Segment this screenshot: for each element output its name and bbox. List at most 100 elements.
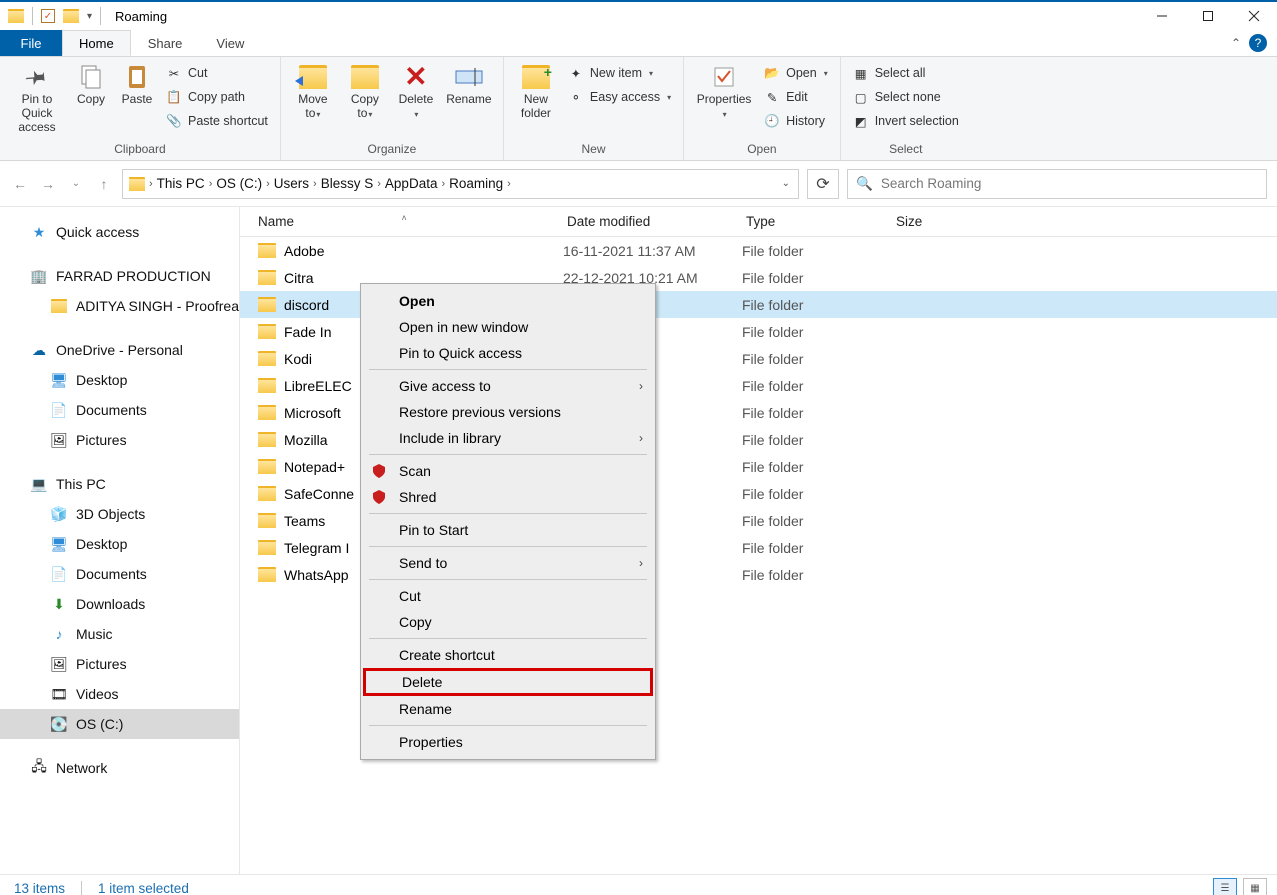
refresh-button[interactable]: ⟳ bbox=[807, 169, 839, 199]
nav-videos[interactable]: 🎞Videos bbox=[0, 679, 239, 709]
nav-desktop2[interactable]: 🖥Desktop bbox=[0, 529, 239, 559]
nav-os-c[interactable]: 💽OS (C:) bbox=[0, 709, 239, 739]
breadcrumb-item[interactable]: OS (C:) bbox=[216, 176, 262, 191]
invert-selection-button[interactable]: ◩Invert selection bbox=[849, 111, 963, 131]
view-tab[interactable]: View bbox=[199, 30, 261, 56]
maximize-button[interactable] bbox=[1185, 2, 1231, 30]
folder-icon bbox=[50, 297, 68, 315]
ctx-scan[interactable]: Scan bbox=[361, 458, 655, 484]
nav-quick-access[interactable]: ★Quick access bbox=[0, 217, 239, 247]
file-name: LibreELEC bbox=[284, 378, 352, 394]
history-button[interactable]: 🕘History bbox=[760, 111, 832, 131]
properties-qat-icon[interactable]: ✓ bbox=[41, 9, 55, 23]
ctx-pin-start[interactable]: Pin to Start bbox=[361, 517, 655, 543]
breadcrumb-item[interactable]: This PC bbox=[157, 176, 205, 191]
file-tab[interactable]: File bbox=[0, 30, 62, 56]
nav-documents[interactable]: 📄Documents bbox=[0, 395, 239, 425]
navigation-pane[interactable]: ★Quick access 🏢FARRAD PRODUCTION ADITYA … bbox=[0, 207, 240, 874]
minimize-button[interactable] bbox=[1139, 2, 1185, 30]
nav-pictures[interactable]: 🖼Pictures bbox=[0, 425, 239, 455]
context-menu[interactable]: Open Open in new window Pin to Quick acc… bbox=[360, 283, 656, 760]
ctx-pin-quick[interactable]: Pin to Quick access bbox=[361, 340, 655, 366]
ctx-delete[interactable]: Delete bbox=[363, 668, 653, 696]
content-pane[interactable]: Name˄ Date modified Type Size Adobe16-11… bbox=[240, 207, 1277, 874]
ctx-shred[interactable]: Shred bbox=[361, 484, 655, 510]
open-button[interactable]: 📂Open▾ bbox=[760, 63, 832, 83]
breadcrumb-item[interactable]: Roaming bbox=[449, 176, 503, 191]
chevron-icon[interactable]: › bbox=[149, 178, 153, 190]
pin-quick-access-button[interactable]: Pin to Quick access bbox=[8, 61, 66, 136]
ctx-include-library[interactable]: Include in library› bbox=[361, 425, 655, 451]
file-name: WhatsApp bbox=[284, 567, 349, 583]
delete-button[interactable]: ✕ Delete▾ bbox=[393, 61, 439, 123]
ctx-create-shortcut[interactable]: Create shortcut bbox=[361, 642, 655, 668]
folder-qat-icon[interactable] bbox=[63, 9, 79, 23]
properties-button[interactable]: Properties▾ bbox=[692, 61, 756, 123]
col-name-header[interactable]: Name˄ bbox=[240, 214, 563, 229]
ctx-give-access[interactable]: Give access to› bbox=[361, 373, 655, 399]
ctx-send-to[interactable]: Send to› bbox=[361, 550, 655, 576]
ctx-properties[interactable]: Properties bbox=[361, 729, 655, 755]
thumbnails-view-toggle[interactable]: ▦ bbox=[1243, 878, 1267, 895]
file-row[interactable]: Adobe16-11-2021 11:37 AMFile folder bbox=[240, 237, 1277, 264]
select-all-button[interactable]: ▦Select all bbox=[849, 63, 963, 83]
nav-aditya[interactable]: ADITYA SINGH - Proofrea bbox=[0, 291, 239, 321]
cut-button[interactable]: ✂Cut bbox=[162, 63, 272, 83]
forward-button[interactable]: → bbox=[38, 174, 58, 194]
recent-locations-button[interactable]: ⌄ bbox=[66, 174, 86, 194]
chevron-icon[interactable]: › bbox=[313, 178, 317, 190]
breadcrumb-item[interactable]: Users bbox=[274, 176, 309, 191]
move-to-button[interactable]: Move to▾ bbox=[289, 61, 337, 123]
nav-music[interactable]: ♪Music bbox=[0, 619, 239, 649]
address-bar[interactable]: › This PC › OS (C:) › Users › Blessy S ›… bbox=[122, 169, 799, 199]
select-none-button[interactable]: ▢Select none bbox=[849, 87, 963, 107]
breadcrumb-item[interactable]: Blessy S bbox=[321, 176, 374, 191]
new-item-button[interactable]: ✦New item▾ bbox=[564, 63, 675, 83]
nav-3d-objects[interactable]: 🧊3D Objects bbox=[0, 499, 239, 529]
edit-button[interactable]: ✎Edit bbox=[760, 87, 832, 107]
ctx-copy[interactable]: Copy bbox=[361, 609, 655, 635]
copy-to-button[interactable]: Copy to▾ bbox=[341, 61, 389, 123]
chevron-icon[interactable]: › bbox=[507, 178, 511, 190]
nav-onedrive[interactable]: ☁OneDrive - Personal bbox=[0, 335, 239, 365]
search-input[interactable]: 🔍 Search Roaming bbox=[847, 169, 1267, 199]
nav-farrad[interactable]: 🏢FARRAD PRODUCTION bbox=[0, 261, 239, 291]
home-tab[interactable]: Home bbox=[62, 30, 131, 56]
help-icon[interactable]: ? bbox=[1249, 34, 1267, 52]
chevron-icon[interactable]: › bbox=[441, 178, 445, 190]
nav-desktop[interactable]: 🖥Desktop bbox=[0, 365, 239, 395]
paste-shortcut-button[interactable]: 📎Paste shortcut bbox=[162, 111, 272, 131]
details-view-toggle[interactable]: ☰ bbox=[1213, 878, 1237, 895]
divider bbox=[81, 881, 82, 895]
ctx-cut[interactable]: Cut bbox=[361, 583, 655, 609]
rename-button[interactable]: Rename bbox=[443, 61, 495, 109]
close-button[interactable] bbox=[1231, 2, 1277, 30]
back-button[interactable]: ← bbox=[10, 174, 30, 194]
chevron-up-icon[interactable]: ⌃ bbox=[1231, 36, 1241, 50]
new-folder-button[interactable]: New folder bbox=[512, 61, 560, 123]
ribbon-group-open: Properties▾ 📂Open▾ ✎Edit 🕘History Open bbox=[684, 57, 841, 160]
ctx-open-new-window[interactable]: Open in new window bbox=[361, 314, 655, 340]
nav-network[interactable]: 🖧Network bbox=[0, 753, 239, 783]
nav-pictures2[interactable]: 🖼Pictures bbox=[0, 649, 239, 679]
address-drop-icon[interactable]: ⌄ bbox=[774, 178, 798, 189]
chevron-icon[interactable]: › bbox=[377, 178, 381, 190]
nav-documents2[interactable]: 📄Documents bbox=[0, 559, 239, 589]
share-tab[interactable]: Share bbox=[131, 30, 200, 56]
copy-button[interactable]: Copy bbox=[70, 61, 112, 109]
ctx-rename[interactable]: Rename bbox=[361, 696, 655, 722]
breadcrumb-item[interactable]: AppData bbox=[385, 176, 438, 191]
up-button[interactable]: ↑ bbox=[94, 174, 114, 194]
ctx-open[interactable]: Open bbox=[361, 288, 655, 314]
nav-downloads[interactable]: ⬇Downloads bbox=[0, 589, 239, 619]
col-size-header[interactable]: Size bbox=[892, 214, 1012, 229]
easy-access-button[interactable]: ⚬Easy access▾ bbox=[564, 87, 675, 107]
ctx-restore-previous[interactable]: Restore previous versions bbox=[361, 399, 655, 425]
chevron-icon[interactable]: › bbox=[209, 178, 213, 190]
copy-path-button[interactable]: 📋Copy path bbox=[162, 87, 272, 107]
paste-button[interactable]: Paste bbox=[116, 61, 158, 109]
chevron-icon[interactable]: › bbox=[266, 178, 270, 190]
col-date-header[interactable]: Date modified bbox=[563, 214, 742, 229]
col-type-header[interactable]: Type bbox=[742, 214, 892, 229]
nav-this-pc[interactable]: 💻This PC bbox=[0, 469, 239, 499]
